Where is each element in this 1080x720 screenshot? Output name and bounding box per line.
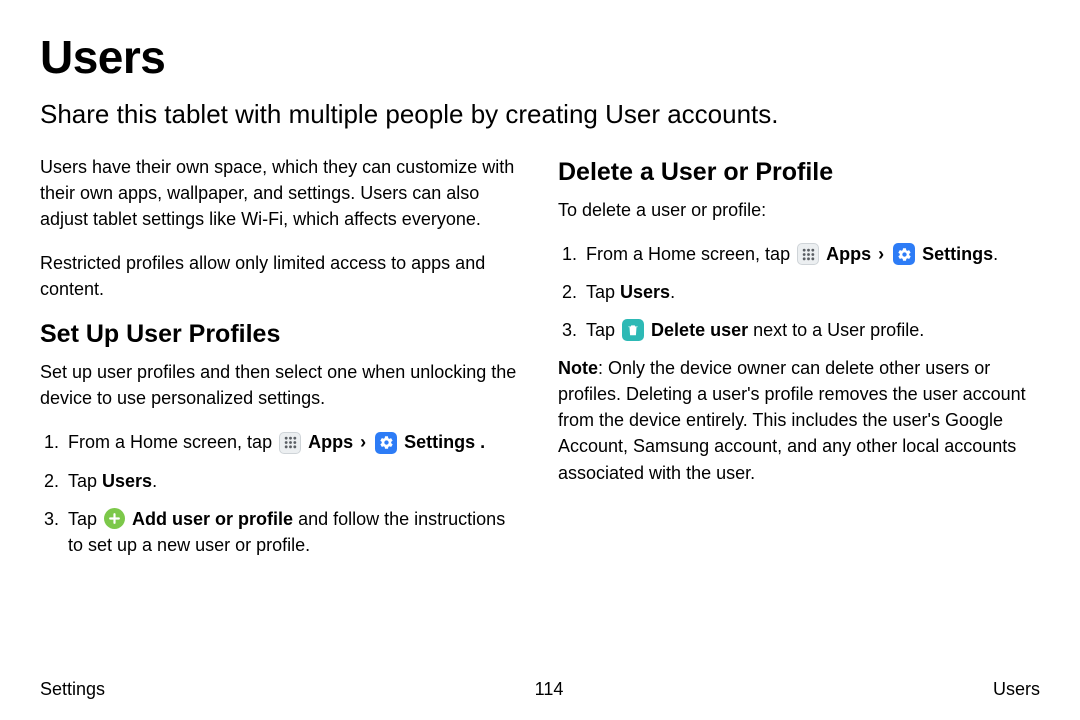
add-user-label: Add user or profile (132, 509, 293, 529)
footer-right: Users (993, 679, 1040, 700)
setup-intro: Set up user profiles and then select one… (40, 359, 522, 411)
apps-icon (797, 243, 819, 265)
chevron-right-icon: › (878, 244, 884, 264)
setup-steps: From a Home screen, tap Apps › Settings … (40, 429, 522, 557)
page-lead: Share this tablet with multiple people b… (40, 98, 1040, 132)
right-column: Delete a User or Profile To delete a use… (558, 154, 1040, 570)
delete-step-2: Tap Users. (582, 279, 1040, 305)
page-footer: Settings 114 Users (40, 679, 1040, 700)
footer-page-number: 114 (535, 679, 564, 700)
intro-paragraph-2: Restricted profiles allow only limited a… (40, 250, 522, 302)
delete-step-1: From a Home screen, tap Apps › Settings. (582, 241, 1040, 267)
content-columns: Users have their own space, which they c… (40, 154, 1040, 570)
intro-paragraph-1: Users have their own space, which they c… (40, 154, 522, 232)
trash-icon (622, 319, 644, 341)
settings-label: Settings (922, 244, 993, 264)
note: Note: Only the device owner can delete o… (558, 355, 1040, 485)
settings-icon (375, 432, 397, 454)
delete-user-label: Delete user (651, 320, 748, 340)
footer-left: Settings (40, 679, 105, 700)
heading-delete: Delete a User or Profile (558, 158, 1040, 187)
apps-label: Apps (308, 432, 353, 452)
setup-step-1: From a Home screen, tap Apps › Settings … (64, 429, 522, 455)
apps-icon (279, 432, 301, 454)
note-label: Note (558, 358, 598, 378)
setup-step-3: Tap Add user or profile and follow the i… (64, 506, 522, 558)
settings-label: Settings (404, 432, 475, 452)
users-label: Users (620, 282, 670, 302)
add-icon (104, 508, 125, 529)
delete-intro: To delete a user or profile: (558, 197, 1040, 223)
delete-steps: From a Home screen, tap Apps › Settings.… (558, 241, 1040, 343)
settings-icon (893, 243, 915, 265)
apps-label: Apps (826, 244, 871, 264)
users-label: Users (102, 471, 152, 491)
heading-setup: Set Up User Profiles (40, 320, 522, 349)
chevron-right-icon: › (360, 432, 366, 452)
setup-step-2: Tap Users. (64, 468, 522, 494)
delete-step-3: Tap Delete user next to a User profile. (582, 317, 1040, 343)
page-title: Users (40, 30, 1040, 84)
left-column: Users have their own space, which they c… (40, 154, 522, 570)
